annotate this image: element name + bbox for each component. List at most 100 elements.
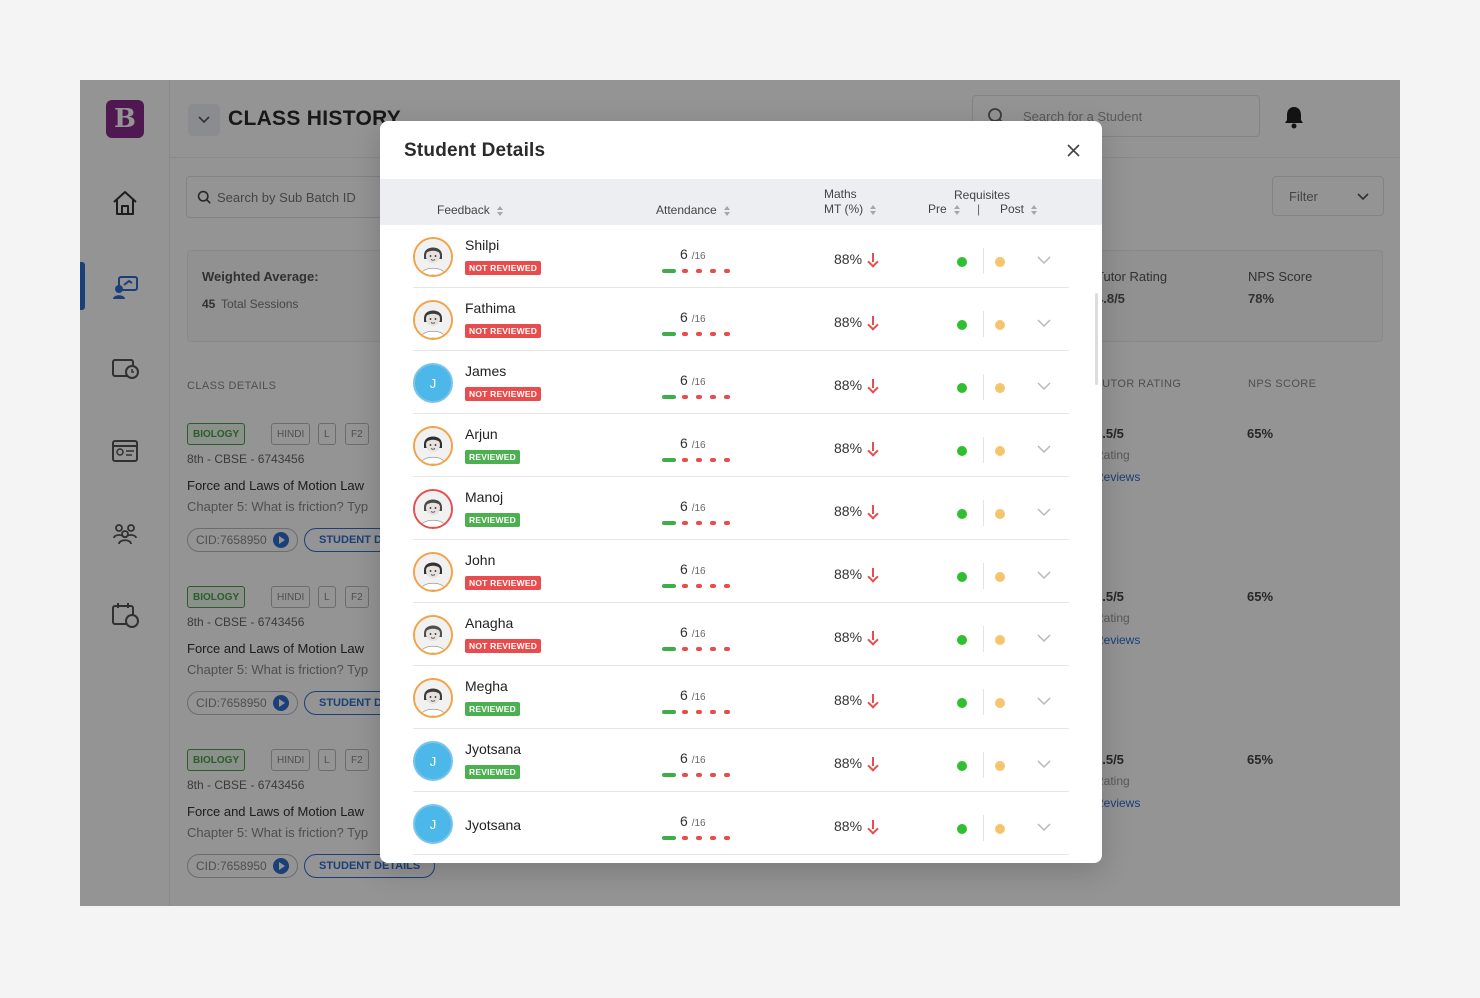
attendance-value: 6 /16	[680, 498, 706, 514]
student-details-modal: Student Details Feedback Attendance Math…	[380, 121, 1102, 863]
attendance-absent-segment	[696, 332, 702, 336]
student-photo-icon	[415, 491, 451, 527]
attendance-bar	[662, 836, 742, 842]
close-icon	[1066, 143, 1080, 157]
close-button[interactable]	[1063, 140, 1083, 160]
review-status-badge: REVIEWED	[465, 702, 520, 716]
sort-icon[interactable]	[723, 205, 731, 216]
arrow-down-icon	[868, 442, 878, 454]
sort-icon[interactable]	[496, 205, 504, 216]
chevron-down-icon[interactable]	[1037, 255, 1051, 265]
attendance-count: 6	[680, 687, 688, 703]
attendance-total: /16	[691, 818, 706, 829]
attendance-total: /16	[691, 377, 706, 388]
pre-header[interactable]: Pre	[928, 202, 961, 216]
student-row[interactable]: Fathima NOT REVIEWED 6 /16 88%	[413, 288, 1069, 351]
feedback-header[interactable]: Feedback	[437, 203, 504, 217]
attendance-absent-segment	[696, 584, 702, 588]
attendance-absent-segment	[696, 458, 702, 462]
attendance-absent-segment	[682, 647, 688, 651]
attendance-absent-segment	[710, 395, 716, 399]
attendance-absent-segment	[724, 521, 730, 525]
maths-score-value: 88%	[834, 566, 863, 582]
attendance-count: 6	[680, 372, 688, 388]
arrow-down-icon	[868, 694, 878, 706]
student-row[interactable]: Megha REVIEWED 6 /16 88%	[413, 666, 1069, 729]
requisite-divider	[983, 626, 984, 652]
attendance-absent-segment	[696, 836, 702, 840]
student-row[interactable]: Arjun REVIEWED 6 /16 88%	[413, 414, 1069, 477]
arrow-down-icon	[868, 379, 878, 391]
requisite-divider	[983, 815, 984, 841]
sort-icon[interactable]	[953, 204, 961, 215]
chevron-down-icon[interactable]	[1037, 507, 1051, 517]
maths-score-value: 88%	[834, 440, 863, 456]
arrow-down-icon	[868, 505, 878, 517]
attendance-bar	[662, 269, 742, 275]
chevron-down-icon[interactable]	[1037, 633, 1051, 643]
chevron-down-icon[interactable]	[1037, 570, 1051, 580]
attendance-total: /16	[691, 629, 706, 640]
maths-header-label: Maths	[824, 187, 857, 201]
attendance-absent-segment	[710, 836, 716, 840]
arrow-down-icon	[868, 316, 878, 328]
attendance-header[interactable]: Attendance	[656, 203, 731, 217]
pre-requisite-status	[957, 635, 967, 645]
student-row[interactable]: J James NOT REVIEWED 6 /16 88%	[413, 351, 1069, 414]
requisite-divider	[983, 311, 984, 337]
student-avatar	[413, 237, 453, 277]
pre-requisite-status	[957, 572, 967, 582]
student-row[interactable]: Manoj REVIEWED 6 /16 88%	[413, 477, 1069, 540]
student-row[interactable]: John NOT REVIEWED 6 /16 88%	[413, 540, 1069, 603]
scrollbar-thumb[interactable]	[1095, 293, 1098, 385]
post-requisite-status	[995, 257, 1005, 267]
student-name: John	[465, 552, 496, 568]
student-avatar	[413, 552, 453, 592]
student-name: Shilpi	[465, 237, 500, 253]
attendance-absent-segment	[682, 458, 688, 462]
attendance-bar	[662, 332, 742, 338]
pre-requisite-status	[957, 383, 967, 393]
chevron-down-icon[interactable]	[1037, 696, 1051, 706]
maths-mt-header[interactable]: MT (%)	[824, 202, 877, 216]
review-status-badge: REVIEWED	[465, 450, 520, 464]
maths-score: 88%	[834, 566, 878, 582]
attendance-absent-segment	[710, 332, 716, 336]
attendance-present-segment	[662, 521, 676, 525]
chevron-down-icon[interactable]	[1037, 822, 1051, 832]
student-avatar	[413, 426, 453, 466]
table-header: Feedback Attendance Maths MT (%) Requisi…	[380, 179, 1102, 225]
post-requisite-status	[995, 572, 1005, 582]
student-row[interactable]: Anagha NOT REVIEWED 6 /16 88%	[413, 603, 1069, 666]
attendance-value: 6 /16	[680, 561, 706, 577]
post-header[interactable]: Post	[1000, 202, 1038, 216]
attendance-total: /16	[691, 314, 706, 325]
student-avatar: J	[413, 363, 453, 403]
attendance-absent-segment	[724, 458, 730, 462]
attendance-absent-segment	[724, 710, 730, 714]
chevron-down-icon[interactable]	[1037, 318, 1051, 328]
student-name: Arjun	[465, 426, 498, 442]
chevron-down-icon[interactable]	[1037, 444, 1051, 454]
student-name: James	[465, 363, 507, 379]
attendance-count: 6	[680, 813, 688, 829]
student-row[interactable]: J Jyotsana 6 /16 88%	[413, 792, 1069, 855]
student-row[interactable]: J Jyotsana REVIEWED 6 /16 88%	[413, 729, 1069, 792]
attendance-total: /16	[691, 755, 706, 766]
review-status-badge: REVIEWED	[465, 765, 520, 779]
requisite-divider	[983, 563, 984, 589]
maths-score: 88%	[834, 692, 878, 708]
sort-icon[interactable]	[1031, 204, 1038, 215]
student-row[interactable]: Shilpi NOT REVIEWED 6 /16 88%	[413, 225, 1069, 288]
feedback-header-label: Feedback	[437, 203, 490, 217]
maths-score-value: 88%	[834, 629, 863, 645]
sort-icon[interactable]	[870, 204, 877, 215]
chevron-down-icon[interactable]	[1037, 759, 1051, 769]
attendance-present-segment	[662, 836, 676, 840]
chevron-down-icon[interactable]	[1037, 381, 1051, 391]
student-avatar	[413, 615, 453, 655]
attendance-present-segment	[662, 584, 676, 588]
maths-score-value: 88%	[834, 818, 863, 834]
pre-requisite-status	[957, 446, 967, 456]
attendance-total: /16	[691, 251, 706, 262]
